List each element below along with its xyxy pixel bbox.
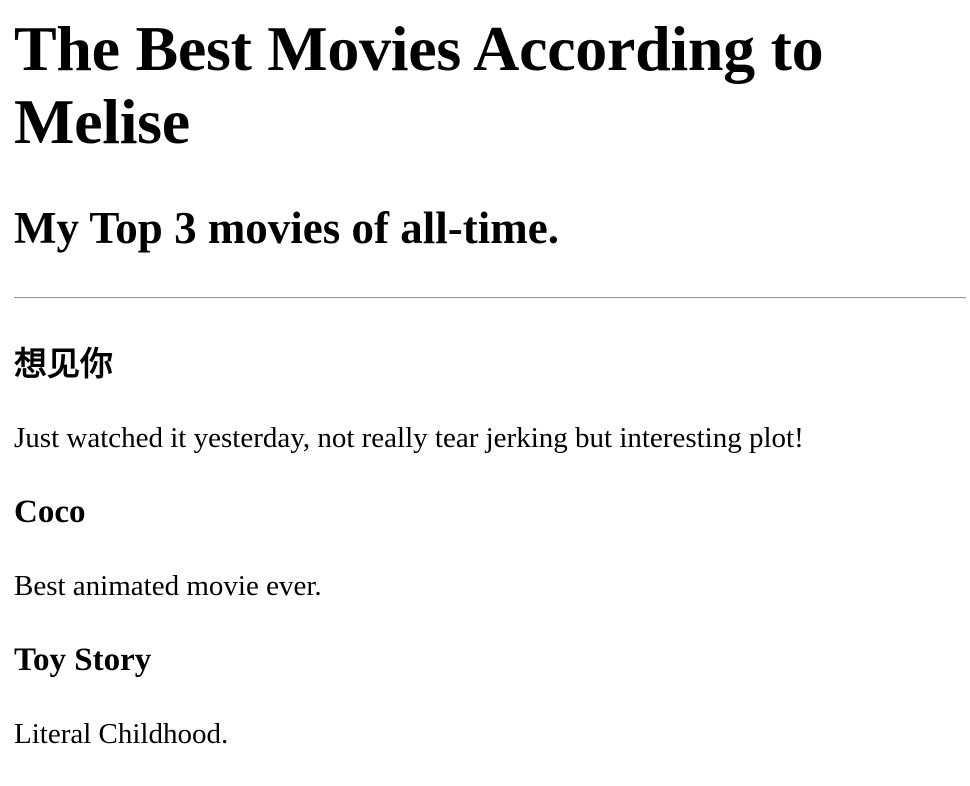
movie-description: Literal Childhood. [14,718,229,750]
movie-list: 想见你 Just watched it yesterday, not reall… [14,299,966,751]
movie-entry: Toy Story Literal Childhood. [14,603,966,751]
movie-entry: 想见你 Just watched it yesterday, not reall… [14,299,966,455]
movie-entry: Coco Best animated movie ever. [14,455,966,603]
movie-description: Just watched it yesterday, not really te… [14,422,804,454]
movie-description: Best animated movie ever. [14,570,322,602]
page-content: The Best Movies According to Melise My T… [14,0,966,751]
page-title: The Best Movies According to Melise [14,13,824,157]
movie-title: Toy Story [14,642,152,678]
movie-title: Coco [14,494,86,530]
movie-title: 想见你 [14,347,113,383]
page-subtitle: My Top 3 movies of all-time. [14,203,559,253]
